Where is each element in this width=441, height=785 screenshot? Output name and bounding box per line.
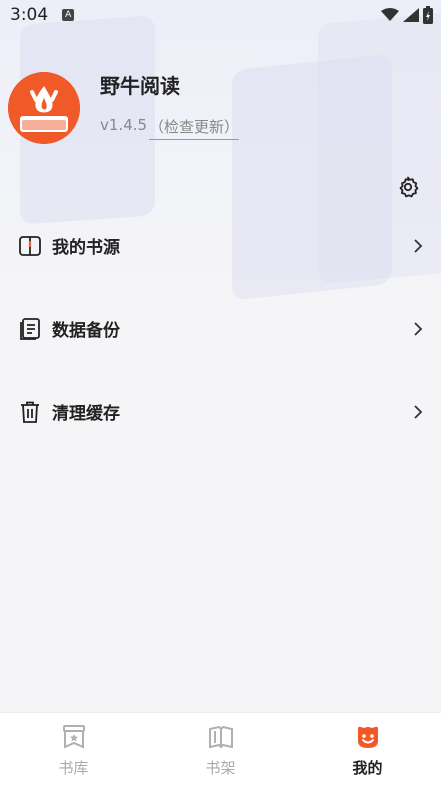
menu-item-data-backup[interactable]: 数据备份	[0, 287, 441, 370]
status-icons	[381, 6, 433, 24]
nav-label-mine: 我的	[352, 759, 383, 777]
wifi-icon	[381, 8, 399, 21]
nav-label-bookshelf: 书架	[205, 759, 236, 777]
menu-list: 我的书源 数据备份 清理缓存	[0, 204, 441, 453]
menu-label-clear-cache: 清理缓存	[52, 404, 120, 424]
trash-icon	[21, 401, 39, 423]
bottom-navigation: 书库 书架 我的	[0, 712, 441, 785]
profile-section: 野牛阅读 v1.4.5 （检查更新）	[8, 68, 438, 148]
nav-tab-library[interactable]: 书库	[0, 713, 147, 785]
menu-item-book-sources[interactable]: 我的书源	[0, 204, 441, 287]
app-name: 野牛阅读	[100, 74, 180, 98]
app-logo	[8, 72, 80, 144]
version-row: v1.4.5 （检查更新）	[100, 116, 240, 140]
library-icon	[62, 725, 85, 749]
nav-tab-mine[interactable]: 我的	[294, 713, 441, 785]
status-time: 3:04	[10, 5, 49, 25]
chevron-right-icon	[414, 238, 423, 253]
chevron-right-icon	[414, 404, 423, 419]
mine-icon	[357, 726, 378, 748]
menu-item-clear-cache[interactable]: 清理缓存	[0, 370, 441, 453]
book-icon	[19, 235, 41, 256]
version-text: v1.4.5	[100, 116, 148, 134]
bookshelf-icon	[208, 725, 233, 749]
nav-label-library: 书库	[58, 759, 89, 777]
chevron-right-icon	[414, 321, 423, 336]
menu-label-book-sources: 我的书源	[52, 238, 120, 258]
menu-label-data-backup: 数据备份	[52, 321, 120, 341]
backup-icon	[20, 317, 40, 340]
status-bar: 3:04 A	[0, 0, 441, 30]
gear-icon	[399, 176, 419, 198]
battery-charging-icon	[423, 6, 433, 24]
notification-a-icon: A	[62, 9, 75, 21]
nav-tab-bookshelf[interactable]: 书架	[147, 713, 294, 785]
signal-icon	[403, 8, 419, 22]
check-update-link[interactable]: （检查更新）	[149, 116, 240, 140]
settings-button[interactable]	[396, 175, 420, 199]
